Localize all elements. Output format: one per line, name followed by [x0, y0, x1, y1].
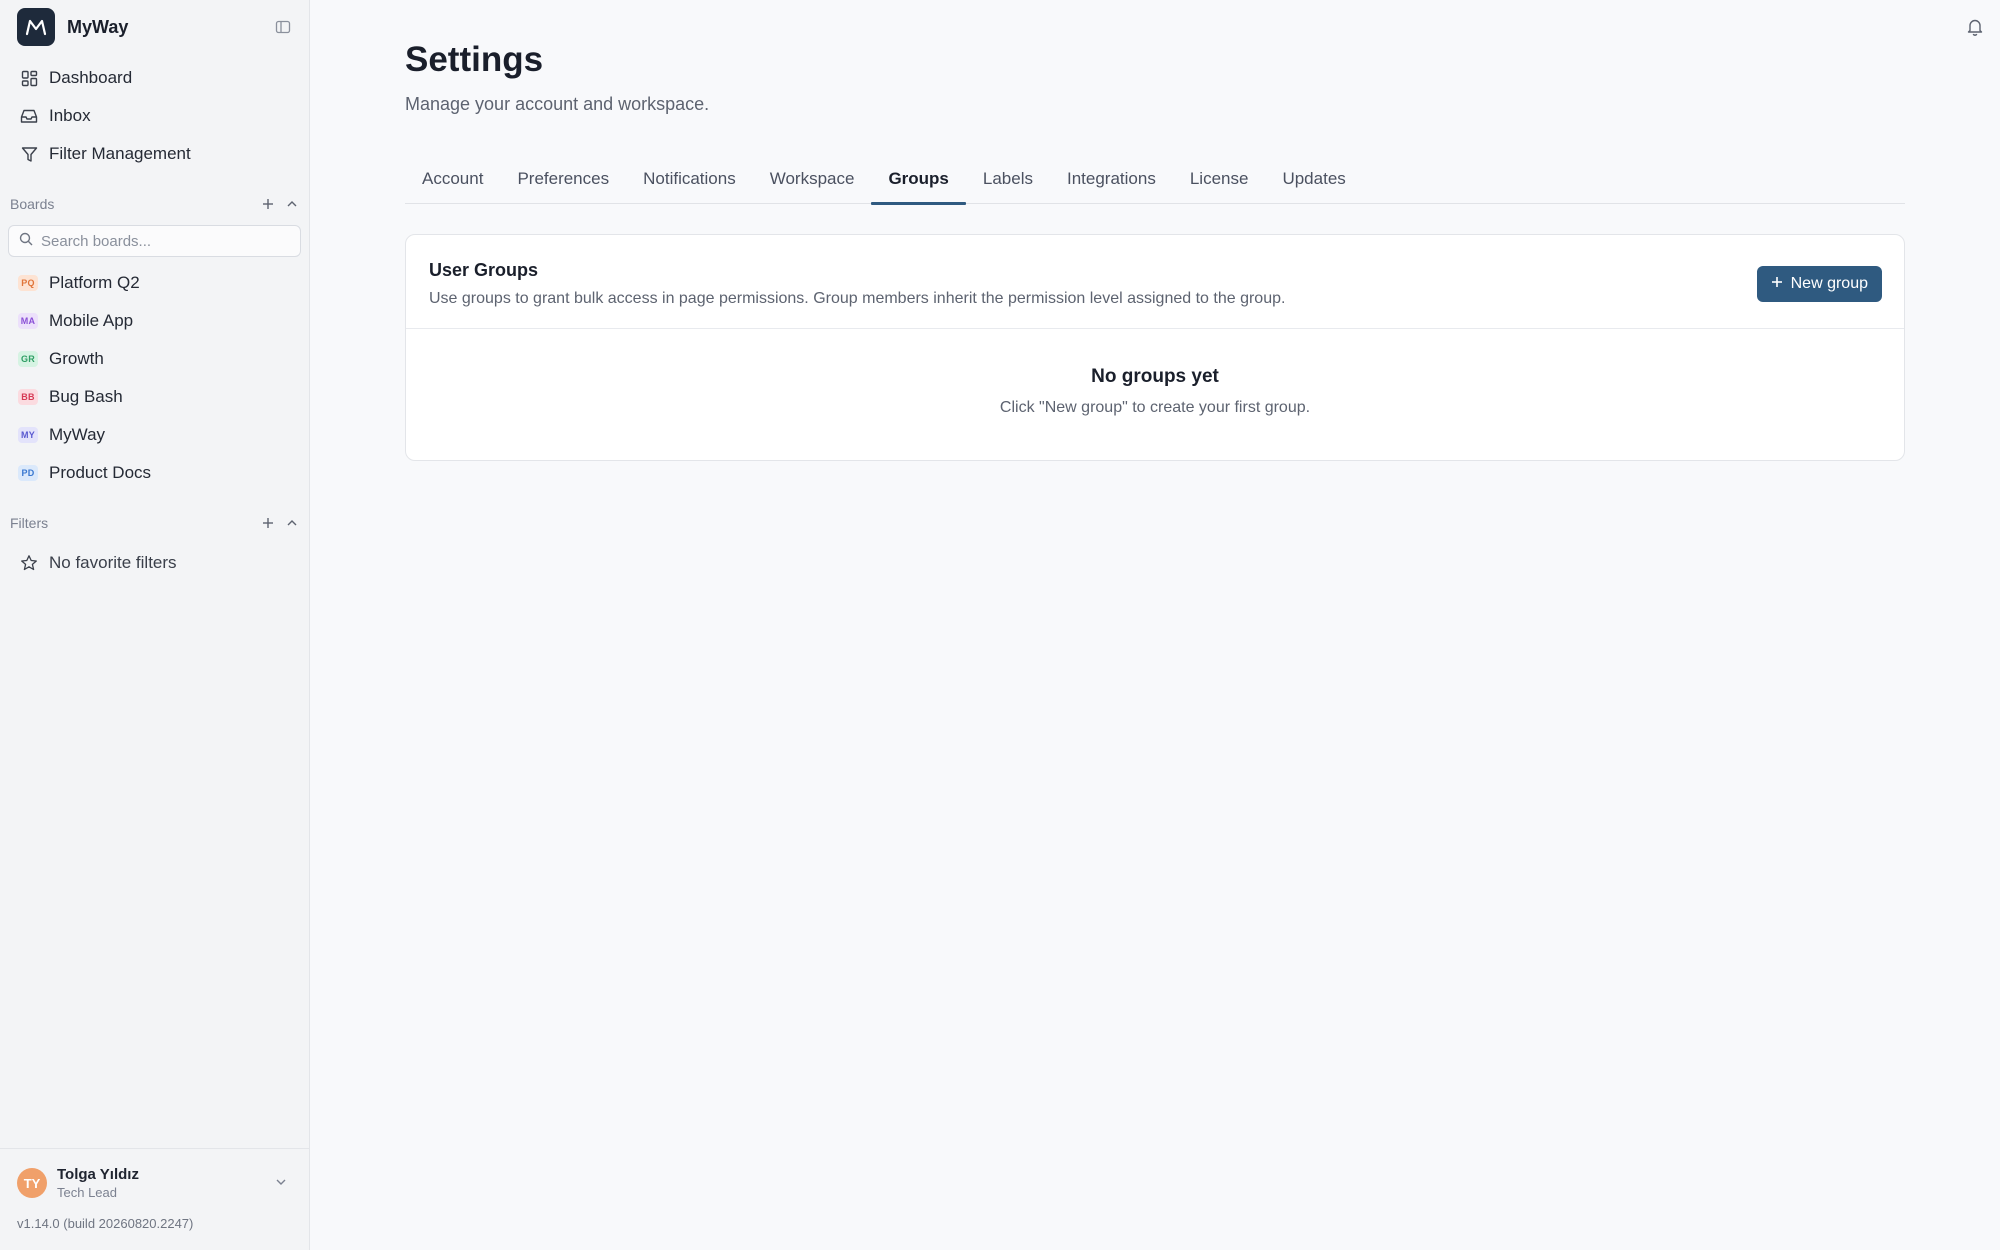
nav-item-label: Dashboard [49, 68, 133, 87]
nav-item-label: Filter Management [49, 144, 191, 163]
board-label: Platform Q2 [49, 273, 140, 292]
tab-preferences[interactable]: Preferences [500, 158, 626, 204]
board-badge: MA [18, 313, 38, 329]
user-role: Tech Lead [57, 1185, 117, 1200]
search-boards-field[interactable] [8, 225, 301, 257]
board-badge: MY [18, 427, 38, 443]
search-boards-input[interactable] [41, 232, 281, 250]
inbox-icon [19, 106, 39, 126]
sidebar-toggle-icon[interactable] [274, 18, 292, 36]
app-version: v1.14.0 (build 20260820.2247) [17, 1216, 194, 1231]
add-filter-plus-icon[interactable] [260, 515, 276, 531]
new-group-button[interactable]: New group [1756, 266, 1882, 302]
board-label: Mobile App [49, 311, 134, 330]
board-item[interactable]: PQ Platform Q2 [10, 264, 300, 302]
filters-section-title: Filters [10, 515, 49, 531]
board-badge: GR [18, 351, 38, 367]
chevron-down-icon [275, 1175, 287, 1193]
card-title: User Groups [429, 260, 539, 280]
empty-state-description: Click "New group" to create your first g… [999, 399, 1311, 416]
filters-section-header: Filters [10, 513, 300, 533]
user-name: Tolga Yıldız [57, 1166, 139, 1183]
grid-icon [19, 68, 39, 88]
board-item[interactable]: BB Bug Bash [10, 378, 300, 416]
tab-notifications[interactable]: Notifications [626, 158, 753, 204]
board-label: MyWay [49, 425, 106, 444]
collapse-boards-chevron-up-icon[interactable] [284, 196, 300, 212]
new-group-label: New group [1790, 275, 1868, 292]
user-block: TY Tolga Yıldız Tech Lead v1.14.0 (build… [0, 1148, 309, 1250]
app-name: MyWay [67, 16, 129, 37]
board-badge: PQ [18, 275, 38, 291]
star-icon [19, 553, 39, 573]
board-badge: PD [18, 465, 38, 481]
page-subtitle: Manage your account and workspace. [405, 94, 710, 114]
add-board-plus-icon[interactable] [260, 196, 276, 212]
board-label: Product Docs [49, 463, 152, 482]
board-label: Growth [49, 349, 104, 368]
brand[interactable]: MyWay [17, 8, 128, 46]
tab-labels[interactable]: Labels [966, 158, 1050, 204]
tab-integrations[interactable]: Integrations [1050, 158, 1173, 204]
notifications-bell-icon[interactable] [1965, 17, 1985, 37]
plus-icon [1771, 275, 1783, 293]
tab-groups[interactable]: Groups [871, 158, 967, 205]
no-favorite-filters-label: No favorite filters [49, 553, 177, 572]
myway-logo-icon [17, 8, 55, 46]
boards-list: PQ Platform Q2 MA Mobile App GR Growth BB Bug B… [10, 264, 300, 492]
board-item[interactable]: MA Mobile App [10, 302, 300, 340]
nav-item-label: Inbox [49, 106, 91, 125]
avatar: TY [17, 1168, 47, 1198]
collapse-filters-chevron-up-icon[interactable] [284, 515, 300, 531]
card-header: User Groups Use groups to grant bulk acc… [406, 235, 1904, 329]
board-item[interactable]: PD Product Docs [10, 454, 300, 492]
main-nav: Dashboard Inbox Filter Management [10, 59, 300, 173]
settings-tabs: Account Preferences Notifications Workspace… [405, 158, 1905, 205]
page-title: Settings [405, 40, 544, 79]
tab-workspace[interactable]: Workspace [753, 158, 872, 204]
tab-account[interactable]: Account [405, 158, 500, 204]
filter-icon [19, 144, 39, 164]
nav-item-inbox[interactable]: Inbox [10, 97, 300, 135]
no-favorite-filters: No favorite filters [10, 544, 300, 582]
board-badge: BB [18, 389, 38, 405]
boards-section-header: Boards [10, 194, 300, 214]
boards-section-title: Boards [10, 196, 55, 212]
board-item[interactable]: MY MyWay [10, 416, 300, 454]
card-description: Use groups to grant bulk access in page … [429, 290, 1286, 307]
user-groups-card: User Groups Use groups to grant bulk acc… [405, 234, 1905, 461]
board-label: Bug Bash [49, 387, 123, 406]
nav-item-filter-management[interactable]: Filter Management [10, 135, 300, 173]
board-item[interactable]: GR Growth [10, 340, 300, 378]
tab-license[interactable]: License [1173, 158, 1266, 204]
user-menu[interactable]: TY Tolga Yıldız Tech Lead [17, 1163, 297, 1203]
empty-state-title: No groups yet [1091, 366, 1219, 387]
sidebar: MyWay Dashboard Inbox Filter Management … [0, 0, 310, 1250]
search-icon [19, 232, 33, 251]
nav-item-dashboard[interactable]: Dashboard [10, 59, 300, 97]
tab-updates[interactable]: Updates [1265, 158, 1362, 204]
